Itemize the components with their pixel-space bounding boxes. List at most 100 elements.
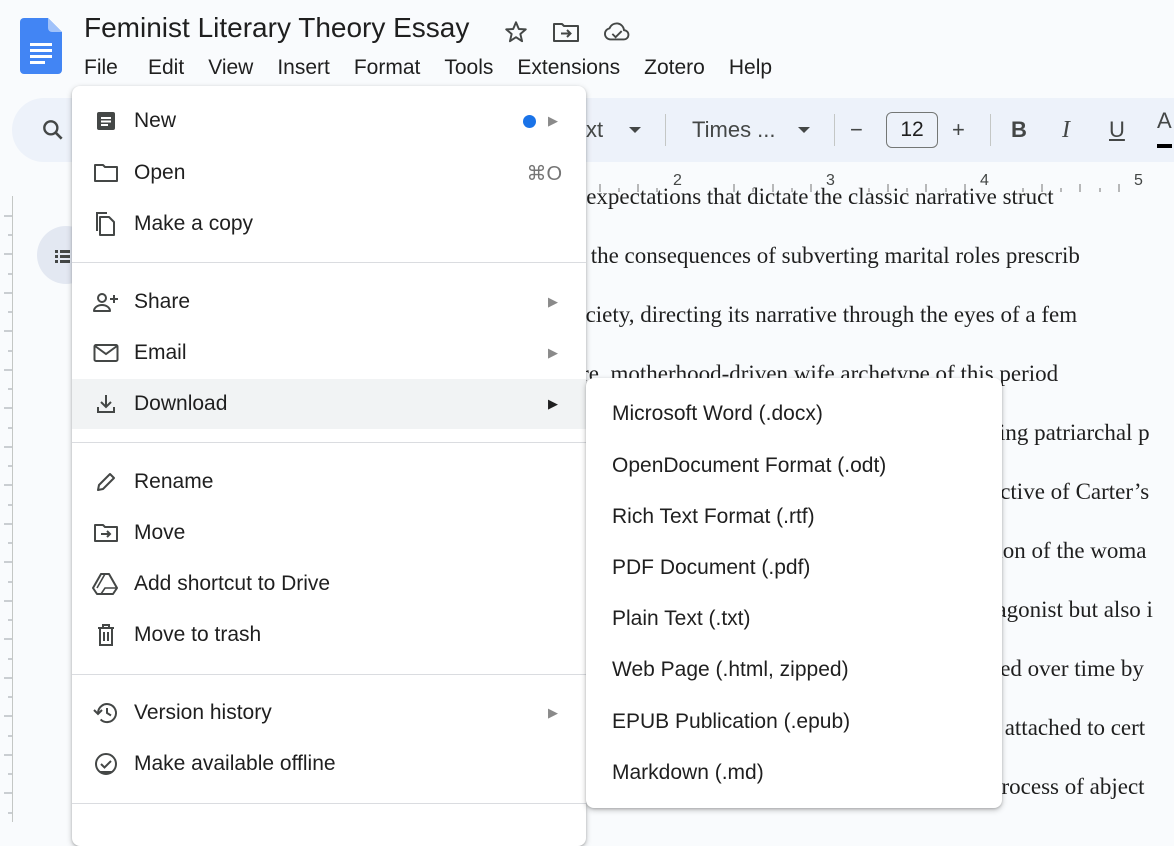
trash-icon [92,621,120,649]
toolbar-divider [834,114,835,146]
file-menu-move[interactable]: Move [72,508,586,558]
download-pdf[interactable]: PDF Document (.pdf) [586,543,1002,593]
menu-divider [72,674,586,675]
download-docx[interactable]: Microsoft Word (.docx) [586,389,1002,439]
file-menu-download[interactable]: Download ▶ [72,379,586,429]
download-txt[interactable]: Plain Text (.txt) [586,594,1002,644]
menu-format[interactable]: Format [342,52,433,84]
folder-open-icon [92,159,120,187]
font-name-label: Times ... [692,117,776,142]
document-text-line: sing patriarchal p [990,420,1150,445]
toolbar-divider [990,114,991,146]
font-chevron-down-icon[interactable] [797,98,811,162]
file-menu-make-offline[interactable]: Make available offline [72,739,586,789]
menu-view[interactable]: View [196,52,265,84]
document-text-line: tagonist but also i [990,597,1153,622]
move-folder-icon [92,519,120,547]
download-rtf[interactable]: Rich Text Format (.rtf) [586,492,1002,542]
file-menu-share-label: Share [134,290,191,313]
decrease-font-size-button[interactable]: − [850,98,863,162]
menu-divider [72,262,586,263]
bold-button[interactable]: B [1011,98,1027,162]
text-color-button[interactable]: A [1157,98,1172,148]
document-text-line: mines the consequences of subverting mar… [530,243,1080,268]
offline-check-icon [92,750,120,778]
docs-logo-icon[interactable] [20,18,62,74]
menu-file[interactable]: File [72,52,148,84]
submenu-arrow-icon: ▶ [548,113,558,128]
submenu-arrow-icon: ▶ [548,705,558,720]
copy-icon [92,210,120,238]
underline-label: U [1109,117,1125,142]
download-odt[interactable]: OpenDocument Format (.odt) [586,441,1002,491]
menu-zotero[interactable]: Zotero [632,52,717,84]
file-menu-version-history-label: Version history [134,701,272,724]
increase-font-size-button[interactable]: + [952,98,965,162]
drive-shortcut-icon [92,570,120,598]
file-menu-make-copy[interactable]: Make a copy [72,199,586,249]
move-folder-icon[interactable] [552,18,580,46]
menu-file-label: File [84,56,118,79]
document-text-line: ced over time by [990,656,1144,681]
decrease-font-size-label: − [850,117,863,142]
search-menus-icon[interactable] [40,98,66,162]
menu-insert[interactable]: Insert [265,52,342,84]
star-icon[interactable] [502,18,530,46]
menu-tools[interactable]: Tools [432,52,505,84]
bold-label: B [1011,117,1027,142]
document-icon [92,107,120,135]
submenu-arrow-icon: ▶ [548,345,558,360]
download-html[interactable]: Web Page (.html, zipped) [586,645,1002,695]
menu-bar: File Edit View Insert Format Tools Exten… [72,52,784,84]
file-menu: New ▶ Open ⌘O Make a copy Share ▶ Email … [72,86,586,846]
download-pdf-label: PDF Document (.pdf) [612,556,811,579]
file-menu-add-shortcut-label: Add shortcut to Drive [134,572,331,595]
document-text-line: process of abject [990,774,1145,799]
file-menu-share[interactable]: Share ▶ [72,277,586,327]
italic-label: I [1062,116,1070,143]
document-title[interactable]: Feminist Literary Theory Essay [84,12,469,44]
history-icon [92,699,120,727]
file-menu-make-offline-label: Make available offline [134,752,336,775]
file-menu-new[interactable]: New ▶ [72,96,586,146]
file-menu-new-label: New [134,109,177,132]
file-menu-add-shortcut[interactable]: Add shortcut to Drive [72,559,586,609]
open-shortcut: ⌘O [526,162,562,185]
text-color-label: A [1157,108,1172,133]
italic-button[interactable]: I [1062,98,1070,162]
download-epub[interactable]: EPUB Publication (.epub) [586,697,1002,747]
mail-icon [92,339,120,367]
document-text-line: tion of the woma [990,538,1147,563]
file-menu-rename[interactable]: Rename [72,457,586,507]
file-menu-highlight[interactable]: File [84,52,136,84]
menu-edit[interactable]: Edit [148,52,196,84]
style-chevron-down-icon[interactable] [628,98,642,162]
file-menu-email-label: Email [134,341,187,364]
download-epub-label: EPUB Publication (.epub) [612,710,851,733]
download-submenu: Microsoft Word (.docx) OpenDocument Form… [586,378,1002,808]
new-feature-dot [523,114,536,128]
document-text-line: te the expectations that dictate the cla… [530,184,1054,209]
file-menu-download-label: Download [134,392,228,415]
toolbar-divider [665,114,666,146]
pencil-icon [92,468,120,496]
font-size-input[interactable]: 12 [886,112,938,148]
download-odt-label: OpenDocument Format (.odt) [612,454,887,477]
document-text-line: ary society, directing its narrative thr… [530,302,1078,327]
paragraph-style-dropdown[interactable]: xt [586,98,603,162]
download-html-label: Web Page (.html, zipped) [612,658,849,681]
underline-button[interactable]: U [1109,98,1125,162]
font-dropdown[interactable]: Times ... [692,98,776,162]
menu-help[interactable]: Help [717,52,784,84]
file-menu-version-history[interactable]: Version history ▶ [72,688,586,738]
vertical-ruler[interactable] [0,196,13,822]
person-add-icon [92,288,120,316]
file-menu-move-to-trash[interactable]: Move to trash [72,610,586,660]
cloud-saved-icon[interactable] [603,18,631,46]
file-menu-move-to-trash-label: Move to trash [134,623,262,646]
download-md[interactable]: Markdown (.md) [586,748,1002,798]
submenu-arrow-icon: ▶ [548,294,558,309]
menu-extensions[interactable]: Extensions [505,52,632,84]
file-menu-email[interactable]: Email ▶ [72,328,586,378]
file-menu-open[interactable]: Open ⌘O [72,148,586,198]
